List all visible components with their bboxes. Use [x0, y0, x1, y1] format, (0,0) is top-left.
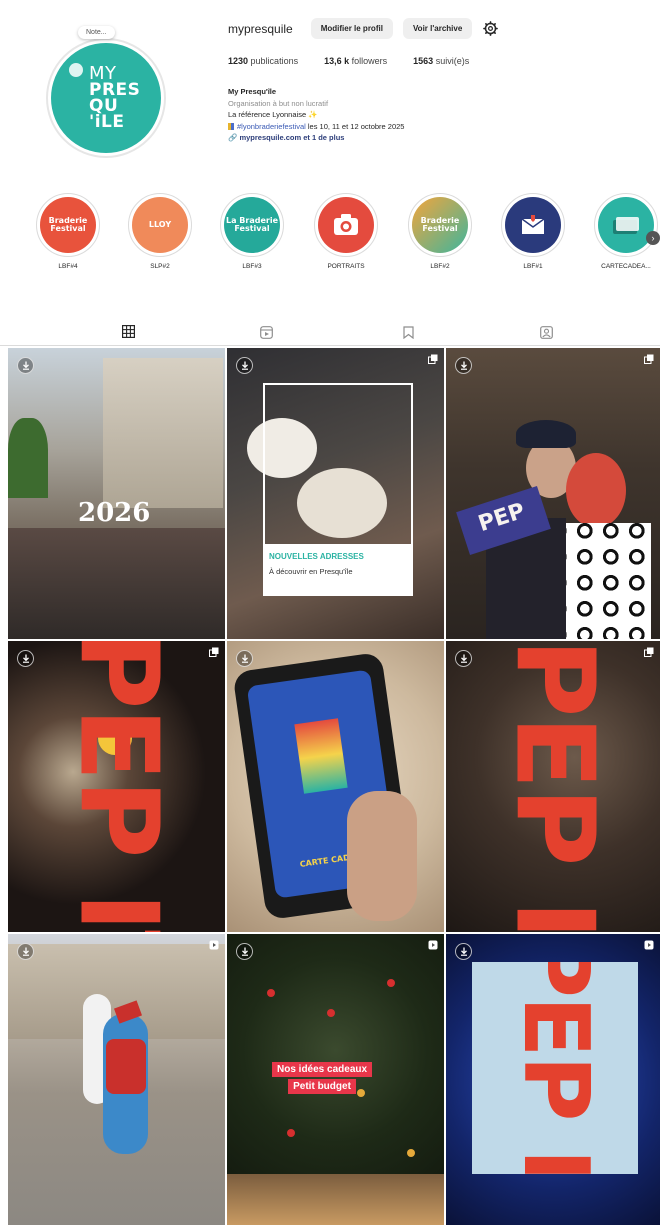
post-tile[interactable]: PEP ITES [8, 641, 225, 932]
profile-bio: My Presqu'île Organisation à but non luc… [228, 86, 404, 144]
tab-posts[interactable] [110, 318, 146, 346]
post-overlay-text: 2026 [78, 498, 151, 528]
highlight-cover: Braderie Festival [412, 197, 468, 253]
avatar-logo: MY PRES QU 'iLE [51, 43, 161, 153]
post-overlay-title: NOUVELLES ADRESSES [269, 552, 364, 561]
carousel-icon [644, 647, 654, 657]
tab-saved[interactable] [390, 318, 426, 346]
highlight-label: LBF#1 [523, 263, 543, 270]
highlight-lbf4[interactable]: Braderie Festival LBF#4 [34, 193, 102, 270]
download-icon [455, 650, 472, 667]
highlight-label: CARTECADEA... [601, 263, 651, 270]
post-overlay-line-2: Petit budget [288, 1079, 356, 1094]
download-icon [455, 357, 472, 374]
profile-avatar[interactable]: MY PRES QU 'iLE [46, 38, 166, 158]
followers-count[interactable]: 13,6 k followers [324, 56, 387, 66]
highlight-label: LBF#4 [58, 263, 78, 270]
story-highlights: Braderie Festival LBF#4 LLOY SLP#2 La Br… [0, 193, 660, 279]
pepites-overlay: PEP ITES [491, 641, 617, 932]
highlight-label: LBF#3 [242, 263, 262, 270]
reel-icon [428, 940, 438, 950]
download-icon [236, 943, 253, 960]
username: mypresquile [228, 21, 293, 36]
note-bubble[interactable]: Note... [78, 26, 115, 39]
download-icon [236, 357, 253, 374]
bio-line-2: #lyonbraderiefestival les 10, 11 et 12 o… [228, 121, 404, 133]
post-tile[interactable] [8, 934, 225, 1225]
bookmark-icon [402, 325, 414, 339]
gift-card-icon [598, 197, 654, 253]
tab-tagged[interactable] [528, 318, 564, 346]
highlight-cover: Braderie Festival [40, 197, 96, 253]
avatar-line-4: 'iLE [89, 112, 125, 132]
post-tile[interactable]: Nos idées cadeaux Petit budget [227, 934, 444, 1225]
highlight-lbf2[interactable]: Braderie Festival LBF#2 [406, 193, 474, 270]
bio-name: My Presqu'île [228, 87, 277, 96]
pepites-overlay: PEP ITES [55, 641, 181, 932]
post-tile[interactable]: PEP ITES [446, 641, 660, 932]
download-icon [17, 943, 34, 960]
mail-icon [505, 197, 561, 253]
camera-icon [318, 197, 374, 253]
post-overlay: Nos idées cadeaux Petit budget [272, 1062, 373, 1094]
download-icon [236, 650, 253, 667]
highlight-lbf1[interactable]: LBF#1 [499, 193, 567, 270]
gear-icon[interactable] [482, 21, 498, 37]
post-tile[interactable]: NOUVELLES ADRESSES À découvrir en Presqu… [227, 348, 444, 639]
pepites-overlay: PEP ITES [503, 962, 608, 1174]
edit-profile-button[interactable]: Modifier le profil [310, 18, 393, 39]
post-tile[interactable]: CARTE CADEAU [227, 641, 444, 932]
profile-header: mypresquile Modifier le profil Voir l'ar… [228, 18, 498, 39]
download-icon [17, 650, 34, 667]
highlight-label: PORTRAITS [327, 263, 365, 270]
grid-icon [121, 325, 135, 338]
post-tile[interactable]: 2026 [8, 348, 225, 639]
download-icon [17, 357, 34, 374]
following-count[interactable]: 1563 suivi(e)s [413, 56, 469, 66]
post-tile[interactable]: PEP [446, 348, 660, 639]
highlight-slp2[interactable]: LLOY SLP#2 [126, 193, 194, 270]
posts-count: 1230 publications [228, 56, 299, 66]
carousel-icon [644, 354, 654, 364]
highlight-cover: La Braderie Festival [224, 197, 280, 253]
profile-stats: 1230 publications 13,6 k followers 1563 … [228, 56, 469, 66]
post-tile[interactable]: PEP ITES [446, 934, 660, 1225]
carousel-icon [428, 354, 438, 364]
highlight-portraits[interactable]: PORTRAITS [312, 193, 380, 270]
carousel-icon [209, 647, 219, 657]
pepites-poster: PEP ITES [472, 962, 638, 1174]
tab-reels[interactable] [248, 318, 284, 346]
bio-hashtag[interactable]: #lyonbraderiefestival [237, 122, 306, 131]
reel-icon [209, 940, 219, 950]
download-icon [455, 943, 472, 960]
link-icon: 🔗 [228, 133, 238, 142]
chevron-right-icon[interactable]: › [646, 231, 660, 245]
bio-line-1: La référence Lyonnaise ✨ [228, 110, 318, 119]
post-overlay-line-1: Nos idées cadeaux [272, 1062, 373, 1077]
highlight-cover: LLOY [132, 197, 188, 253]
highlight-label: LBF#2 [430, 263, 450, 270]
bio-link[interactable]: mypresquile.com et 1 de plus [239, 133, 344, 142]
reels-icon [259, 325, 273, 339]
highlight-lbf3[interactable]: La Braderie Festival LBF#3 [218, 193, 286, 270]
tabs-divider [0, 345, 660, 346]
bio-link-row[interactable]: 🔗 mypresquile.com et 1 de plus [228, 132, 404, 144]
view-archive-button[interactable]: Voir l'archive [402, 18, 473, 39]
highlight-label: SLP#2 [150, 263, 170, 270]
download-icon [69, 63, 83, 77]
reel-icon [644, 940, 654, 950]
flag-icon [228, 122, 234, 130]
profile-tabs [0, 318, 660, 346]
post-overlay-subtitle: À découvrir en Presqu'île [269, 567, 353, 576]
bio-category: Organisation à but non lucratif [228, 98, 329, 108]
posts-grid: 2026 NOUVELLES ADRESSES À découvrir en P… [8, 348, 660, 1225]
tagged-icon [539, 325, 553, 339]
